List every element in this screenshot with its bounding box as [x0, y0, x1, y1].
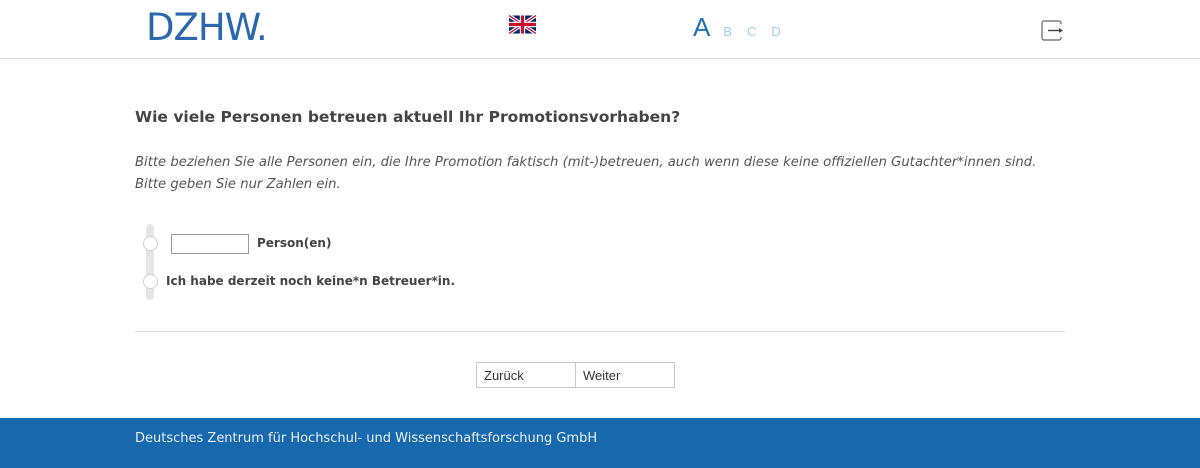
back-button[interactable]: Zurück	[476, 362, 576, 388]
radio-persons[interactable]	[143, 236, 158, 251]
question-title: Wie viele Personen betreuen aktuell Ihr …	[135, 108, 681, 126]
footer: Deutsches Zentrum für Hochschul- und Wis…	[0, 418, 1200, 468]
page-c: C	[747, 24, 757, 39]
no-supervisor-label[interactable]: Ich habe derzeit noch keine*n Betreuer*i…	[166, 274, 455, 288]
divider	[135, 331, 1065, 332]
answer-options: Person(en) Ich habe derzeit noch keine*n…	[142, 224, 455, 300]
hint-line-2: Bitte geben Sie nur Zahlen ein.	[135, 177, 341, 192]
persons-unit-label: Person(en)	[257, 236, 332, 250]
page-b: B	[723, 24, 733, 39]
uk-flag-icon[interactable]	[509, 15, 536, 34]
question-hint: Bitte beziehen Sie alle Personen ein, di…	[135, 152, 1036, 196]
page-current: A	[693, 12, 711, 42]
dzhw-logo[interactable]: DZHW.	[146, 8, 268, 48]
navigation-buttons: Zurück Weiter	[476, 362, 675, 388]
footer-text: Deutsches Zentrum für Hochschul- und Wis…	[135, 431, 598, 446]
header: DZHW. A B C D	[0, 0, 1200, 59]
page-indicator: A B C D	[693, 10, 796, 44]
next-button[interactable]: Weiter	[575, 362, 675, 388]
page-d: D	[771, 24, 781, 39]
hint-line-1: Bitte beziehen Sie alle Personen ein, di…	[135, 155, 1037, 170]
persons-number-input[interactable]	[171, 234, 249, 254]
radio-no-supervisor[interactable]	[143, 274, 158, 289]
logout-icon[interactable]	[1041, 20, 1065, 41]
